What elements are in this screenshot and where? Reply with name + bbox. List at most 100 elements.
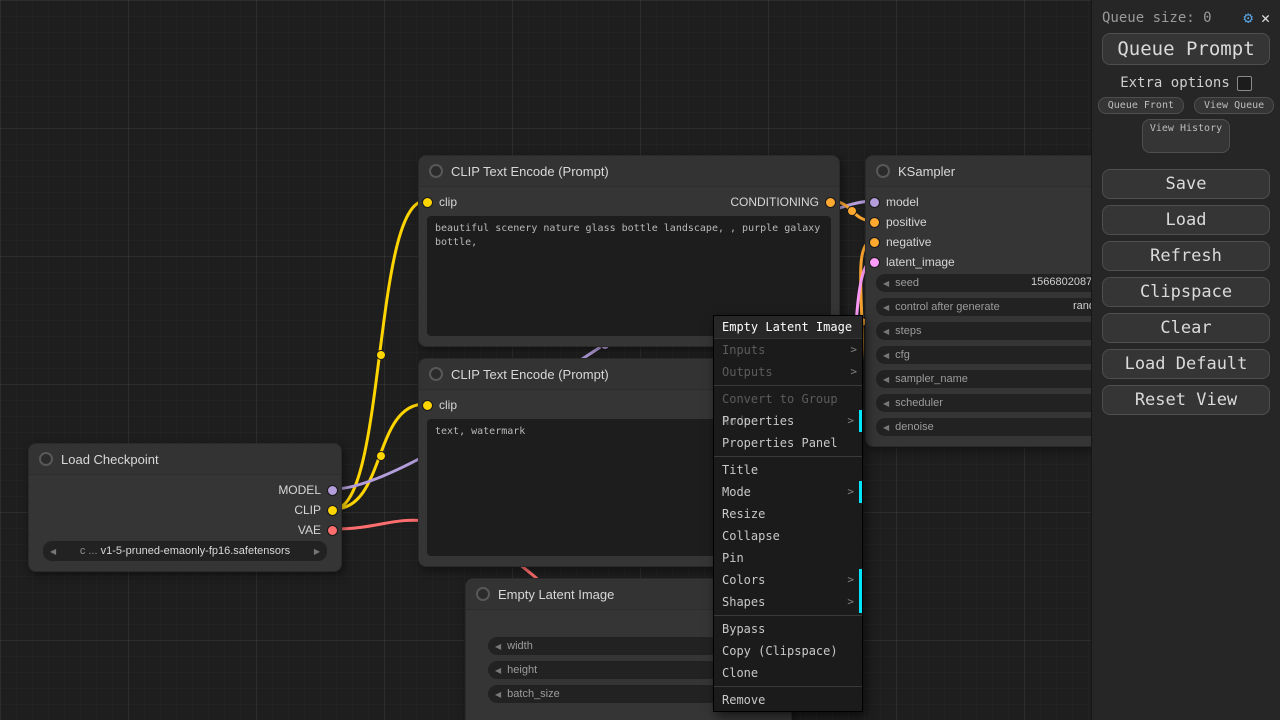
widget-label: height — [507, 664, 537, 676]
link-dot — [848, 207, 857, 216]
reset-view-button[interactable]: Reset View — [1102, 385, 1270, 415]
clip-slot-dot-icon[interactable] — [422, 197, 433, 208]
menu-item-remove[interactable]: Remove — [714, 689, 862, 711]
menu-item-mode[interactable]: Mode > — [714, 481, 862, 503]
menu-item-copy-clipspace[interactable]: Copy (Clipspace) — [714, 640, 862, 662]
ckpt-name-widget[interactable]: ◀ c ... v1-5-pruned-emaonly-fp16.safeten… — [43, 541, 327, 561]
collapse-dot-icon[interactable] — [876, 164, 890, 178]
node-title: CLIP Text Encode (Prompt) — [451, 164, 609, 179]
output-slot-clip[interactable]: CLIP — [294, 500, 338, 520]
clear-button[interactable]: Clear — [1102, 313, 1270, 343]
prev-value-icon[interactable]: ◀ — [883, 399, 889, 408]
menu-separator — [714, 385, 862, 386]
menu-item-title[interactable]: Title — [714, 459, 862, 481]
input-slot-positive[interactable]: positive — [869, 212, 927, 232]
queue-front-button[interactable]: Queue Front — [1098, 97, 1184, 114]
prev-value-icon[interactable]: ◀ — [883, 327, 889, 336]
node-load-checkpoint[interactable]: Load Checkpoint MODEL CLIP VAE ◀ c ... v… — [28, 443, 342, 572]
widget-label: cfg — [895, 349, 910, 361]
conditioning-slot-dot-icon[interactable] — [825, 197, 836, 208]
output-slot-conditioning[interactable]: CONDITIONING — [730, 192, 836, 212]
close-icon[interactable]: ✕ — [1261, 9, 1270, 27]
action-buttons: Save Load Refresh Clipspace Clear Load D… — [1092, 169, 1280, 415]
ckpt-value: v1-5-pruned-emaonly-fp16.safetensors — [101, 545, 291, 557]
collapse-dot-icon[interactable] — [429, 164, 443, 178]
menu-item-collapse[interactable]: Collapse — [714, 525, 862, 547]
prev-value-icon[interactable]: ◀ — [883, 351, 889, 360]
next-value-icon[interactable]: ▶ — [314, 547, 320, 556]
prev-value-icon[interactable]: ◀ — [883, 303, 889, 312]
menu-item-properties[interactable]: Properties > — [714, 410, 862, 432]
menu-item-clone[interactable]: Clone — [714, 662, 862, 684]
load-button[interactable]: Load — [1102, 205, 1270, 235]
model-slot-dot-icon[interactable] — [327, 485, 338, 496]
extra-options-checkbox[interactable] — [1237, 76, 1252, 91]
widget-label: seed — [895, 277, 919, 289]
clip-slot-dot-icon[interactable] — [422, 400, 433, 411]
widget-label: width — [507, 640, 533, 652]
input-slot-clip[interactable]: clip — [422, 192, 457, 212]
input-slot-latent-image[interactable]: latent_image — [869, 252, 955, 272]
node-title: CLIP Text Encode (Prompt) — [451, 367, 609, 382]
conditioning-slot-dot-icon[interactable] — [869, 217, 880, 228]
queue-prompt-button[interactable]: Queue Prompt — [1102, 33, 1270, 65]
slot-label: negative — [886, 235, 931, 249]
output-slot-vae[interactable]: VAE — [298, 520, 338, 540]
submenu-arrow-icon: > — [850, 339, 857, 361]
prev-value-icon[interactable]: ◀ — [495, 690, 501, 699]
menu-item-properties-panel[interactable]: Properties Panel — [714, 432, 862, 454]
submenu-arrow-icon: > — [847, 569, 854, 591]
clipspace-button[interactable]: Clipspace — [1102, 277, 1270, 307]
vae-slot-dot-icon[interactable] — [327, 525, 338, 536]
widget-label: scheduler — [895, 397, 943, 409]
collapse-dot-icon[interactable] — [476, 587, 490, 601]
menu-item-resize[interactable]: Resize — [714, 503, 862, 525]
input-slot-clip[interactable]: clip — [422, 395, 457, 415]
menu-item-pin[interactable]: Pin — [714, 547, 862, 569]
menu-item-label: Remove — [722, 693, 765, 707]
prev-value-icon[interactable]: ◀ — [883, 423, 889, 432]
node-header[interactable]: Load Checkpoint — [29, 444, 341, 475]
node-graph-canvas[interactable]: CLIP Text Encode (Prompt) clip CONDITION… — [0, 0, 1280, 720]
input-slot-negative[interactable]: negative — [869, 232, 931, 252]
clip-slot-dot-icon[interactable] — [327, 505, 338, 516]
latent-slot-dot-icon[interactable] — [869, 257, 880, 268]
menu-item-label: Outputs — [722, 365, 773, 379]
menu-separator — [714, 686, 862, 687]
extra-options-label: Extra options — [1120, 75, 1230, 91]
collapse-dot-icon[interactable] — [429, 367, 443, 381]
settings-gear-icon[interactable]: ⚙ — [1243, 8, 1253, 27]
menu-item-bypass[interactable]: Bypass — [714, 618, 862, 640]
collapse-dot-icon[interactable] — [39, 452, 53, 466]
node-header[interactable]: CLIP Text Encode (Prompt) — [419, 156, 839, 187]
save-button[interactable]: Save — [1102, 169, 1270, 199]
menu-item-label: Shapes — [722, 595, 765, 609]
slot-label: VAE — [298, 523, 321, 537]
menu-separator — [714, 456, 862, 457]
node-title: KSampler — [898, 164, 955, 179]
prev-value-icon[interactable]: ◀ — [883, 279, 889, 288]
menu-item-shapes[interactable]: Shapes > — [714, 591, 862, 613]
conditioning-slot-dot-icon[interactable] — [869, 237, 880, 248]
view-history-button[interactable]: View History — [1142, 119, 1230, 153]
refresh-button[interactable]: Refresh — [1102, 241, 1270, 271]
load-default-button[interactable]: Load Default — [1102, 349, 1270, 379]
output-slot-model[interactable]: MODEL — [278, 480, 338, 500]
widget-label: denoise — [895, 421, 934, 433]
queue-status-row: Queue size: 0 ⚙ ✕ — [1092, 0, 1280, 31]
menu-item-label: Clone — [722, 666, 758, 680]
menu-item-colors[interactable]: Colors > — [714, 569, 862, 591]
model-slot-dot-icon[interactable] — [869, 197, 880, 208]
prev-value-icon[interactable]: ◀ — [495, 666, 501, 675]
slot-label: MODEL — [278, 483, 321, 497]
menu-item-label: Mode — [722, 485, 751, 499]
input-slot-model[interactable]: model — [869, 192, 919, 212]
widget-label: batch_size — [507, 688, 560, 700]
slot-label: clip — [439, 195, 457, 209]
slot-label: model — [886, 195, 919, 209]
prev-value-icon[interactable]: ◀ — [883, 375, 889, 384]
view-queue-button[interactable]: View Queue — [1194, 97, 1274, 114]
prev-value-icon[interactable]: ◀ — [495, 642, 501, 651]
widget-label: steps — [895, 325, 921, 337]
slot-label: positive — [886, 215, 927, 229]
